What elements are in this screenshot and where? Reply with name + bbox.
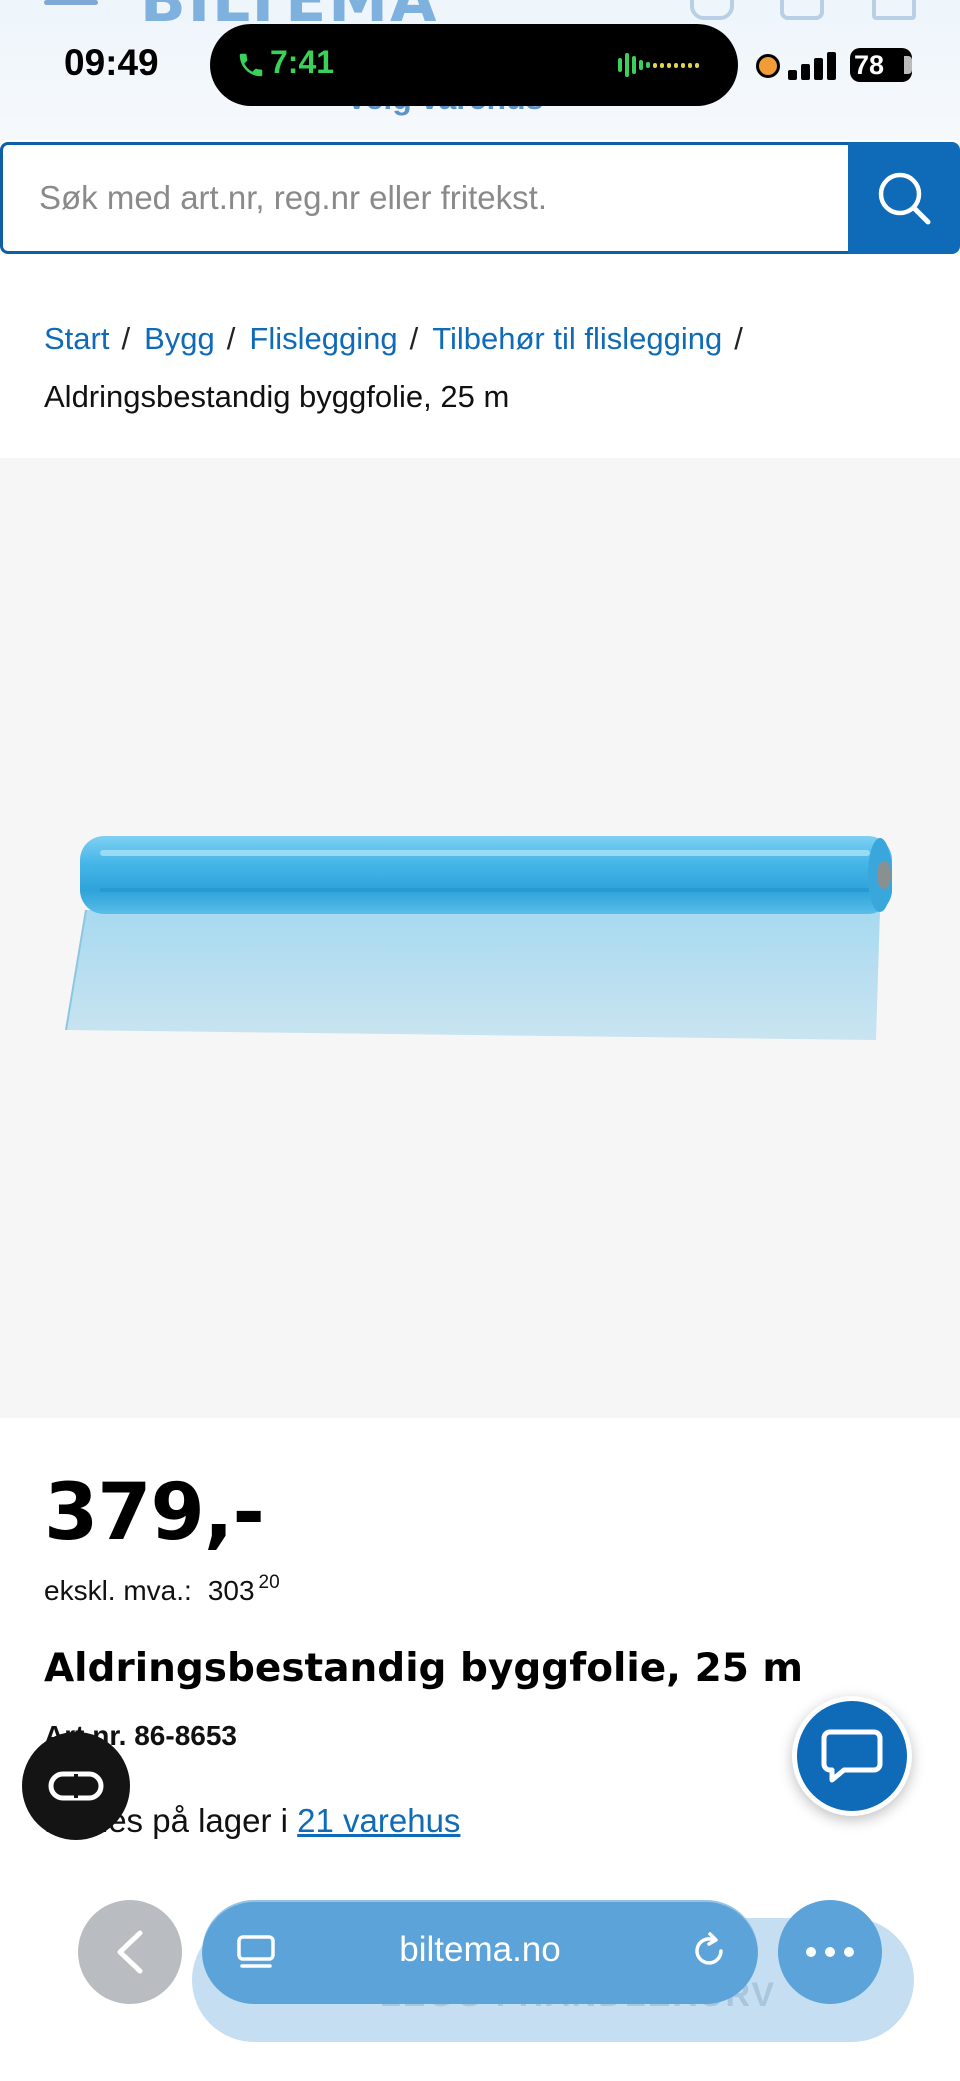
reader-button[interactable] [22,1732,130,1840]
list-icon[interactable] [780,0,824,20]
plastic-film-roll-image [65,836,892,1040]
phone-icon [239,53,263,77]
search-button[interactable] [848,142,960,254]
signal-icon [788,50,838,80]
breadcrumb: Start / Bygg / Flislegging / Tilbehør til flis… [44,310,924,426]
browser-toolbar: LEGG I HANDLEKURV biltema.no [0,1880,960,2081]
cart-icon[interactable] [872,0,916,20]
breadcrumb-current: Aldringsbestandig byggfolie, 25 m [44,379,510,414]
reload-icon[interactable] [688,1930,730,1972]
reader-icon [48,1771,104,1801]
url-text: biltema.no [399,1930,561,1969]
search-icon [878,172,931,225]
dynamic-island[interactable]: 7:41 [210,24,738,106]
breadcrumb-separator: / [409,321,419,356]
product-image[interactable] [0,458,960,1418]
battery-level: 78 [854,50,885,80]
excl-vat-decimal: 20 [258,1572,280,1593]
breadcrumb-start[interactable]: Start [44,321,109,356]
product-price: 379,- [44,1468,265,1558]
battery-cap [904,56,912,74]
price-excl-vat: ekskl. mva.: 303 20 [44,1572,280,1607]
breadcrumb-separator: / [121,321,131,356]
more-button[interactable] [778,1900,882,2004]
audio-wave-icon [618,50,710,80]
breadcrumb-tilbehor[interactable]: Tilbehør til flislegging [432,321,722,356]
more-icon [806,1947,854,1957]
breadcrumb-separator: / [226,321,236,356]
recording-dot-icon [756,54,780,78]
call-duration: 7:41 [270,44,335,80]
chat-button[interactable] [792,1696,912,1816]
excl-vat-value: 303 [207,1575,255,1606]
chevron-left-icon [117,1930,143,1974]
chat-icon [821,1729,883,1783]
product-title: Aldringsbestandig byggfolie, 25 m [44,1646,804,1691]
hamburger-icon[interactable] [44,0,98,22]
excl-vat-label: ekskl. mva.: [44,1575,192,1606]
status-time: 09:49 [64,42,159,83]
search-input[interactable] [0,142,850,254]
stores-link[interactable]: 21 varehus [297,1802,460,1839]
breadcrumb-separator: / [734,321,743,356]
breadcrumb-bygg[interactable]: Bygg [144,321,215,356]
search-bar [0,142,960,254]
breadcrumb-flislegging[interactable]: Flislegging [249,321,397,356]
battery-icon: 78 [850,48,912,82]
user-icon[interactable] [690,0,734,20]
address-bar[interactable]: biltema.no [202,1900,758,2004]
back-button[interactable] [78,1900,182,2004]
